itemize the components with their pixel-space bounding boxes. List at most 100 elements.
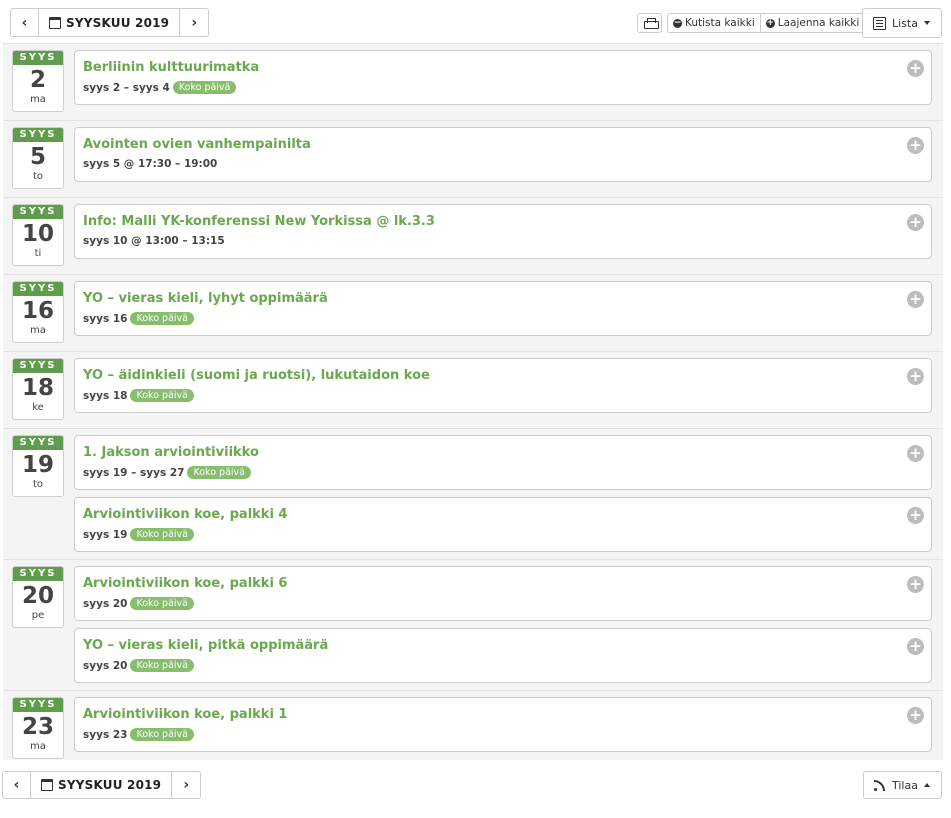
date-badge-num: 18	[21, 375, 54, 401]
date-badge-dow: to	[32, 171, 44, 182]
event-card[interactable]: Berliinin kulttuurimatka syys 2 – syys 4K…	[74, 50, 932, 105]
event-time: syys 10 @ 13:00 – 13:15	[83, 235, 225, 247]
day-group: SYYS 2 ma Berliinin kulttuurimatka syys 2 – …	[3, 43, 943, 120]
event-title-link[interactable]: YO – vieras kieli, lyhyt oppimäärä	[83, 291, 328, 306]
date-badge-mon: SYYS	[13, 359, 63, 373]
day-group: SYYS 16 ma YO – vieras kieli, lyhyt oppimää…	[3, 274, 943, 351]
date-badge: SYYS 23 ma	[12, 697, 64, 759]
date-badge: SYYS 10 ti	[12, 204, 64, 266]
month-label: SYYSKUU 2019	[66, 15, 170, 30]
date-badge-num: 23	[21, 714, 54, 740]
top-toolbar: ‹ SYYSKUU 2019 › − Kutista kaikki + Laaj…	[0, 8, 951, 42]
expand-event-icon[interactable]: +	[907, 638, 924, 655]
bottom-toolbar: ‹ SYYSKUU 2019 › Tilaa	[0, 771, 951, 805]
event-meta: syys 20 Koko päivä	[83, 659, 194, 672]
next-month-button[interactable]: ›	[180, 9, 208, 36]
event-card[interactable]: YO – vieras kieli, lyhyt oppimäärä syys 1…	[74, 281, 932, 336]
date-badge-num: 10	[21, 221, 54, 247]
date-badge: SYYS 16 ma	[12, 281, 64, 343]
event-title-link[interactable]: Arviointiviikon koe, palkki 1	[83, 707, 287, 722]
subscribe-label: Tilaa	[892, 778, 918, 792]
expand-event-icon[interactable]: +	[907, 137, 924, 154]
event-time: syys 5 @ 17:30 – 19:00	[83, 158, 218, 170]
month-nav: ‹ SYYSKUU 2019 ›	[10, 8, 210, 37]
subscribe-button[interactable]: Tilaa	[863, 771, 942, 799]
date-badge-mon: SYYS	[13, 128, 63, 142]
event-title-link[interactable]: YO – vieras kieli, pitkä oppimäärä	[83, 638, 328, 653]
all-day-badge: Koko päivä	[130, 728, 194, 741]
event-title-link[interactable]: YO – äidinkieli (suomi ja ruotsi), lukut…	[83, 368, 430, 383]
event-time: syys 18	[83, 389, 128, 402]
event-title-link[interactable]: Avointen ovien vanhempainilta	[83, 137, 311, 152]
collapse-all-button[interactable]: − Kutista kaikki	[668, 14, 761, 32]
expand-all-label: Laajenna kaikki	[777, 17, 860, 29]
event-card[interactable]: Arviointiviikon koe, palkki 6 syys 20 Koko…	[74, 566, 932, 621]
event-title-link[interactable]: 1. Jakson arviointiviikko	[83, 445, 259, 460]
month-label: SYYSKUU 2019	[58, 778, 162, 792]
all-day-badge: Koko päivä	[187, 466, 251, 479]
date-badge-num: 16	[21, 298, 54, 324]
event-card[interactable]: Arviointiviikon koe, palkki 4 syys 19 Koko…	[74, 497, 932, 552]
list-icon	[873, 16, 886, 30]
minus-circle-icon: −	[673, 17, 682, 28]
all-day-badge: Koko päivä	[130, 659, 194, 672]
date-badge-dow: pe	[31, 610, 45, 621]
event-meta: syys 19 – syys 27 Koko päivä	[83, 466, 251, 479]
date-badge-num: 5	[29, 144, 46, 170]
event-title-link[interactable]: Info: Malli YK-konferenssi New Yorkissa …	[83, 214, 435, 229]
event-card[interactable]: Info: Malli YK-konferenssi New Yorkissa …	[74, 204, 932, 259]
event-meta: syys 19 Koko päivä	[83, 528, 194, 541]
date-badge-mon: SYYS	[13, 282, 63, 296]
print-button[interactable]	[637, 13, 662, 33]
day-group: SYYS 5 to Avointen ovien vanhempainilta syys…	[3, 120, 943, 197]
expand-event-icon[interactable]: +	[907, 214, 924, 231]
event-meta: syys 20 Koko päivä	[83, 597, 194, 610]
next-month-button[interactable]: ›	[172, 772, 200, 798]
event-time: syys 2 – syys 4	[83, 81, 170, 94]
date-badge-dow: ma	[30, 741, 46, 752]
event-title-link[interactable]: Arviointiviikon koe, palkki 6	[83, 576, 287, 591]
date-badge-num: 2	[29, 67, 46, 93]
event-meta: syys 10 @ 13:00 – 13:15	[83, 235, 225, 247]
all-day-badge: Koko päivä	[130, 597, 194, 610]
event-meta: syys 2 – syys 4 Koko päivä	[83, 81, 237, 94]
event-card[interactable]: YO – äidinkieli (suomi ja ruotsi), lukut…	[74, 358, 932, 413]
event-time: syys 20	[83, 659, 128, 672]
date-badge: SYYS 2 ma	[12, 50, 64, 112]
expand-event-icon[interactable]: +	[907, 576, 924, 593]
expand-all-button[interactable]: + Laajenna kaikki	[761, 14, 865, 32]
expand-event-icon[interactable]: +	[907, 445, 924, 462]
view-select-button[interactable]: Lista	[862, 8, 942, 38]
event-card[interactable]: YO – vieras kieli, pitkä oppimäärä syys 2…	[74, 628, 932, 683]
event-time: syys 20	[83, 597, 128, 610]
month-picker-button[interactable]: SYYSKUU 2019	[31, 772, 173, 798]
expand-event-icon[interactable]: +	[907, 368, 924, 385]
prev-month-button[interactable]: ‹	[3, 772, 31, 798]
date-badge: SYYS 5 to	[12, 127, 64, 189]
event-card[interactable]: Arviointiviikon koe, palkki 1 syys 23 Koko…	[74, 697, 932, 752]
event-time: syys 16	[83, 312, 128, 325]
event-meta: syys 5 @ 17:30 – 19:00	[83, 158, 217, 170]
date-badge-dow: ma	[30, 94, 46, 105]
prev-month-button[interactable]: ‹	[11, 9, 39, 36]
event-time: syys 23	[83, 728, 128, 741]
event-title-link[interactable]: Berliinin kulttuurimatka	[83, 60, 259, 75]
collapse-expand-group: − Kutista kaikki + Laajenna kaikki	[667, 13, 866, 33]
caret-down-icon	[923, 21, 930, 25]
day-group: SYYS 19 to 1. Jakson arviointiviikko syys 19…	[3, 428, 943, 559]
expand-event-icon[interactable]: +	[907, 291, 924, 308]
date-badge-dow: ti	[34, 248, 42, 259]
expand-event-icon[interactable]: +	[907, 60, 924, 77]
event-meta: syys 18 Koko päivä	[83, 389, 194, 402]
event-card[interactable]: Avointen ovien vanhempainilta syys 5 @ 17…	[74, 127, 932, 182]
event-title-link[interactable]: Arviointiviikon koe, palkki 4	[83, 507, 287, 522]
all-day-badge: Koko päivä	[130, 389, 194, 402]
date-badge-mon: SYYS	[13, 567, 63, 581]
month-picker-button[interactable]: SYYSKUU 2019	[39, 9, 181, 36]
expand-event-icon[interactable]: +	[907, 707, 924, 724]
expand-event-icon[interactable]: +	[907, 507, 924, 524]
event-card[interactable]: 1. Jakson arviointiviikko syys 19 – syys …	[74, 435, 932, 490]
view-label: Lista	[892, 16, 918, 30]
plus-circle-icon: +	[765, 17, 775, 28]
date-badge: SYYS 20 pe	[12, 566, 64, 628]
